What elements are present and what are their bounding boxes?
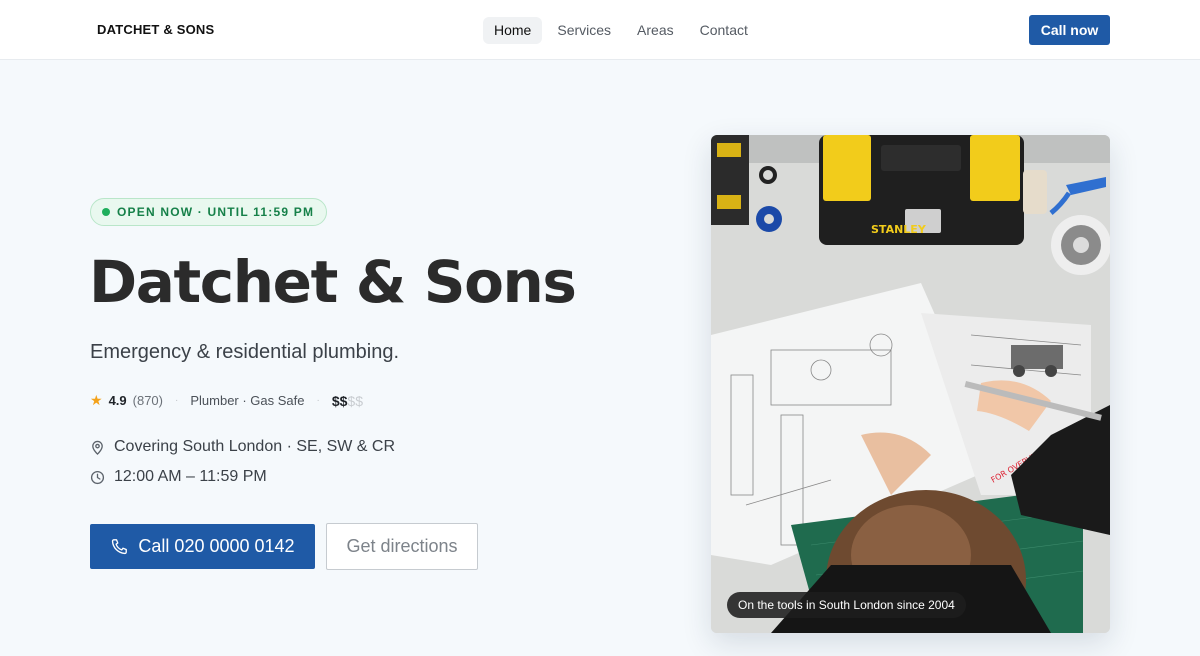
service-area-row: Covering South London · SE, SW & CR	[90, 438, 395, 456]
toolbox-brand-text: STANLEY	[871, 223, 927, 236]
call-now-button[interactable]: Call now	[1029, 15, 1110, 45]
service-area-text: Covering South London · SE, SW & CR	[114, 438, 396, 455]
brand-logo-text[interactable]: DATCHET & SONS	[97, 22, 214, 37]
map-pin-icon	[92, 440, 103, 455]
price-level-inactive: $$	[347, 392, 363, 409]
call-phone-button[interactable]: Call 020 0000 0142	[90, 524, 315, 569]
call-phone-label: Call 020 0000 0142	[138, 536, 295, 556]
hero-photo: STANLEY FOR OVERVIEW	[711, 135, 1110, 633]
photo-caption: On the tools in South London since 2004	[727, 592, 966, 618]
rating-value: 4.9	[108, 393, 127, 408]
nav-home[interactable]: Home	[483, 17, 543, 44]
meta-separator: ·	[175, 395, 179, 406]
open-status-text: OPEN NOW · UNTIL 11:59 PM	[117, 205, 315, 219]
top-navigation-bar: DATCHET & SONS Home Services Areas Conta…	[0, 0, 1200, 60]
business-meta: ★ 4.9 (870) · Plumber · Gas Safe · $$ $$	[90, 392, 363, 409]
opening-hours-row: 12:00 AM – 11:59 PM	[90, 468, 267, 486]
price-level-active: $$	[331, 392, 348, 409]
meta-separator: ·	[316, 395, 320, 406]
nav-services[interactable]: Services	[546, 17, 622, 44]
plumber-at-work-image: STANLEY FOR OVERVIEW	[711, 135, 1110, 633]
nav-contact[interactable]: Contact	[689, 17, 759, 44]
phone-icon	[112, 539, 128, 555]
review-count[interactable]: (870)	[133, 393, 163, 408]
main-nav: Home Services Areas Contact	[483, 17, 763, 44]
business-title: Datchet & Sons	[89, 248, 577, 316]
nav-areas[interactable]: Areas	[626, 17, 685, 44]
open-status-badge: OPEN NOW · UNTIL 11:59 PM	[90, 198, 328, 226]
clock-icon	[90, 470, 105, 484]
opening-hours-text: 12:00 AM – 11:59 PM	[114, 468, 267, 485]
star-icon: ★	[90, 392, 103, 408]
get-directions-button[interactable]: Get directions	[326, 523, 478, 570]
business-categories: Plumber · Gas Safe	[190, 393, 305, 408]
status-dot-icon	[102, 208, 110, 216]
business-tagline: Emergency & residential plumbing.	[90, 341, 400, 363]
